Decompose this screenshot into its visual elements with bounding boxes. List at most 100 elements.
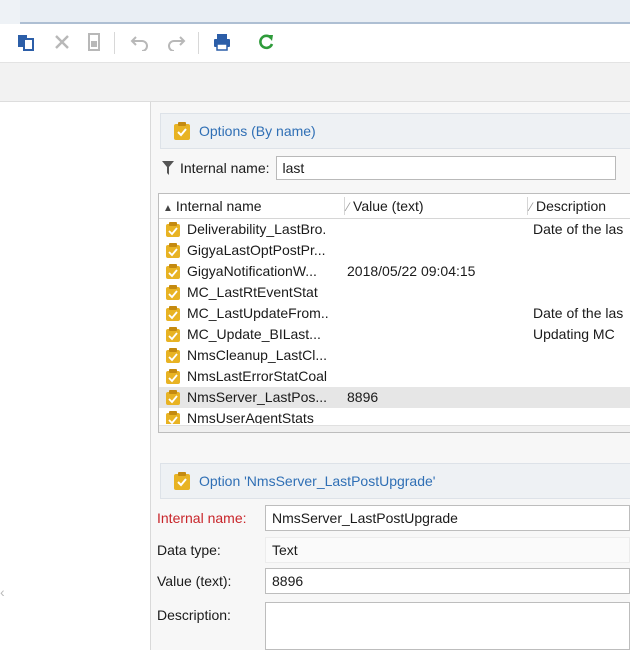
- cell-internal-name: Deliverability_LastBro.: [187, 221, 327, 237]
- option-icon: [166, 243, 180, 258]
- options-panel-title: Options (By name): [199, 123, 316, 139]
- table-row-selected[interactable]: NmsServer_LastPos... 8896: [159, 387, 630, 408]
- option-icon: [166, 264, 180, 279]
- toolbar-separator: [198, 32, 199, 54]
- column-header-internal-name[interactable]: ▲ Internal name: [163, 194, 262, 218]
- secondary-toolbar: [0, 63, 630, 102]
- options-panel-header: Options (By name): [160, 113, 630, 149]
- undo-icon[interactable]: [128, 29, 152, 55]
- table-row[interactable]: GigyaNotificationW... 2018/05/22 09:04:1…: [159, 261, 630, 282]
- value-row: Value (text): 8896: [151, 566, 630, 596]
- option-icon: [166, 369, 180, 384]
- cell-internal-name: MC_Update_BILast...: [187, 326, 321, 342]
- table-row[interactable]: Deliverability_LastBro. Date of the las: [159, 219, 630, 240]
- cell-value: [347, 282, 527, 303]
- title-bar: [20, 0, 630, 24]
- value-label: Value (text):: [157, 573, 232, 589]
- option-detail-form: Internal name: NmsServer_LastPostUpgrade…: [151, 500, 630, 650]
- option-icon: [166, 411, 180, 424]
- cell-internal-name: MC_LastRtEventStat: [187, 284, 318, 300]
- delete-icon[interactable]: [50, 29, 74, 55]
- description-label: Description:: [157, 607, 231, 623]
- table-row[interactable]: MC_Update_BILast... Updating MC: [159, 324, 630, 345]
- clipboard-icon: [174, 122, 190, 140]
- data-type-row: Data type: Text: [151, 535, 630, 565]
- value-field[interactable]: 8896: [265, 568, 630, 594]
- grid-rows: Deliverability_LastBro. Date of the las …: [159, 219, 630, 424]
- column-separator[interactable]: [527, 197, 528, 215]
- table-row[interactable]: NmsUserAgentStats: [159, 408, 630, 424]
- cell-description: [533, 261, 630, 282]
- cell-value: [347, 303, 527, 324]
- description-textarea[interactable]: [265, 602, 630, 650]
- column-header-label: Description: [536, 198, 607, 214]
- option-icon: [166, 348, 180, 363]
- cell-value: [347, 366, 527, 387]
- cell-value: 8896: [347, 389, 379, 405]
- print-icon[interactable]: [210, 29, 234, 55]
- redo-icon[interactable]: [164, 29, 188, 55]
- table-row[interactable]: MC_LastUpdateFrom.. Date of the las: [159, 303, 630, 324]
- options-grid: ▲ Internal name ⁄ Value (text) ⁄ Descriptio…: [158, 193, 630, 433]
- cell-internal-name: GigyaLastOptPostPr...: [187, 242, 326, 258]
- cell-internal-name: MC_LastUpdateFrom..: [187, 305, 329, 321]
- cell-description: [533, 282, 630, 303]
- table-row[interactable]: NmsCleanup_LastCl...: [159, 345, 630, 366]
- internal-name-row: Internal name: NmsServer_LastPostUpgrade: [151, 503, 630, 533]
- cell-value: [347, 324, 527, 345]
- duplicate-icon[interactable]: [82, 29, 106, 55]
- filter-icon[interactable]: [162, 161, 174, 175]
- cell-internal-name: GigyaNotificationW...: [187, 263, 317, 279]
- grid-header: ▲ Internal name ⁄ Value (text) ⁄ Descriptio…: [159, 194, 630, 219]
- window-title-strip: [0, 0, 630, 24]
- toolbar-separator: [114, 32, 115, 54]
- collapse-arrow-icon[interactable]: ‹: [0, 584, 5, 600]
- cell-description: [533, 366, 630, 387]
- filter-label: Internal name:: [180, 160, 270, 176]
- option-icon: [166, 222, 180, 237]
- cell-description: Updating MC: [533, 326, 615, 342]
- cell-value: [347, 345, 527, 366]
- cell-description: [533, 345, 630, 366]
- column-separator[interactable]: [344, 197, 345, 215]
- column-header-label: Internal name: [175, 198, 262, 214]
- cell-value: [347, 408, 527, 424]
- filter-bar: Internal name:: [160, 153, 630, 183]
- column-resize-icon: ⁄: [347, 200, 350, 214]
- clipboard-icon: [174, 472, 190, 490]
- refresh-icon[interactable]: [254, 29, 278, 55]
- cell-description: Date of the las: [533, 305, 624, 321]
- column-resize-icon: ⁄: [530, 200, 533, 214]
- cell-value: [347, 219, 527, 240]
- internal-name-label: Internal name:: [157, 510, 247, 526]
- table-row[interactable]: NmsLastErrorStatCoal: [159, 366, 630, 387]
- toolbar: [0, 24, 630, 63]
- internal-name-field[interactable]: NmsServer_LastPostUpgrade: [265, 505, 630, 531]
- sort-ascending-icon: ▲: [163, 203, 173, 214]
- copy-icon[interactable]: [14, 29, 38, 55]
- data-type-label: Data type:: [157, 542, 221, 558]
- cell-internal-name: NmsUserAgentStats: [187, 410, 314, 424]
- option-detail-header: Option 'NmsServer_LastPostUpgrade': [160, 463, 630, 499]
- cell-internal-name: NmsCleanup_LastCl...: [187, 347, 328, 363]
- data-type-select[interactable]: Text: [265, 537, 630, 563]
- option-icon: [166, 285, 180, 300]
- cell-internal-name: NmsLastErrorStatCoal: [187, 368, 328, 384]
- table-row[interactable]: MC_LastRtEventStat: [159, 282, 630, 303]
- option-icon: [166, 390, 180, 405]
- column-header-description[interactable]: ⁄ Description: [530, 194, 606, 218]
- cell-description: [533, 240, 630, 261]
- cell-value: [347, 240, 527, 261]
- option-icon: [166, 306, 180, 321]
- column-header-label: Value (text): [353, 198, 424, 214]
- cell-description: Date of the las: [533, 221, 624, 237]
- table-row[interactable]: GigyaLastOptPostPr...: [159, 240, 630, 261]
- horizontal-scrollbar[interactable]: [159, 425, 630, 432]
- option-icon: [166, 327, 180, 342]
- cell-description: [533, 408, 630, 424]
- filter-input[interactable]: [275, 156, 616, 180]
- cell-internal-name: NmsServer_LastPos...: [187, 389, 328, 405]
- left-navigation-pane: ‹: [0, 102, 150, 650]
- cell-value: 2018/05/22 09:04:15: [347, 263, 476, 279]
- column-header-value[interactable]: ⁄ Value (text): [347, 194, 424, 218]
